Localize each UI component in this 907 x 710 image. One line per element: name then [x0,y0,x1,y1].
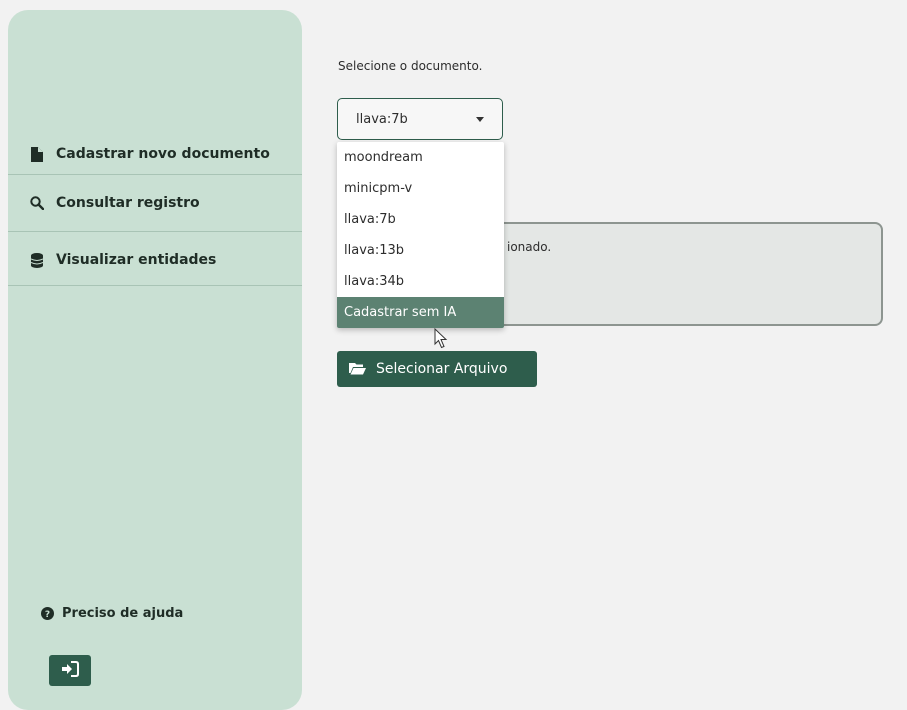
sidebar-divider [8,285,302,286]
select-file-label: Selecionar Arquivo [376,361,508,377]
help-label: Preciso de ajuda [62,606,184,621]
model-dropdown: moondream minicpm-v llava:7b llava:13b l… [337,142,504,328]
svg-text:?: ? [45,610,50,620]
question-circle-icon: ? [41,607,54,620]
model-select-value: llava:7b [356,111,408,127]
database-icon [30,252,44,268]
help-link[interactable]: ? Preciso de ajuda [41,606,183,621]
model-select[interactable]: llava:7b [337,98,503,140]
search-icon [30,195,44,211]
select-file-button[interactable]: Selecionar Arquivo [337,351,537,387]
sign-out-icon [61,660,79,681]
sidebar-item-consultar[interactable]: Consultar registro [8,175,302,231]
status-text: ionado. [507,240,552,254]
mouse-cursor-icon [434,327,448,350]
dropdown-option[interactable]: minicpm-v [337,173,504,204]
folder-open-icon [349,362,366,376]
chevron-down-icon [476,117,484,122]
dropdown-option[interactable]: llava:34b [337,266,504,297]
dropdown-option[interactable]: moondream [337,142,504,173]
sidebar-item-visualizar[interactable]: Visualizar entidades [8,232,302,288]
prompt-text: Selecione o documento. [338,59,483,73]
sidebar: Cadastrar novo documento Consultar regis… [8,10,302,710]
file-icon [30,146,44,162]
dropdown-option[interactable]: llava:13b [337,235,504,266]
sidebar-item-label: Visualizar entidades [56,252,217,268]
sidebar-item-label: Consultar registro [56,195,200,211]
logout-button[interactable] [49,655,91,686]
dropdown-option-selected[interactable]: Cadastrar sem IA [337,297,504,328]
sidebar-item-label: Cadastrar novo documento [56,146,270,162]
dropdown-option[interactable]: llava:7b [337,204,504,235]
